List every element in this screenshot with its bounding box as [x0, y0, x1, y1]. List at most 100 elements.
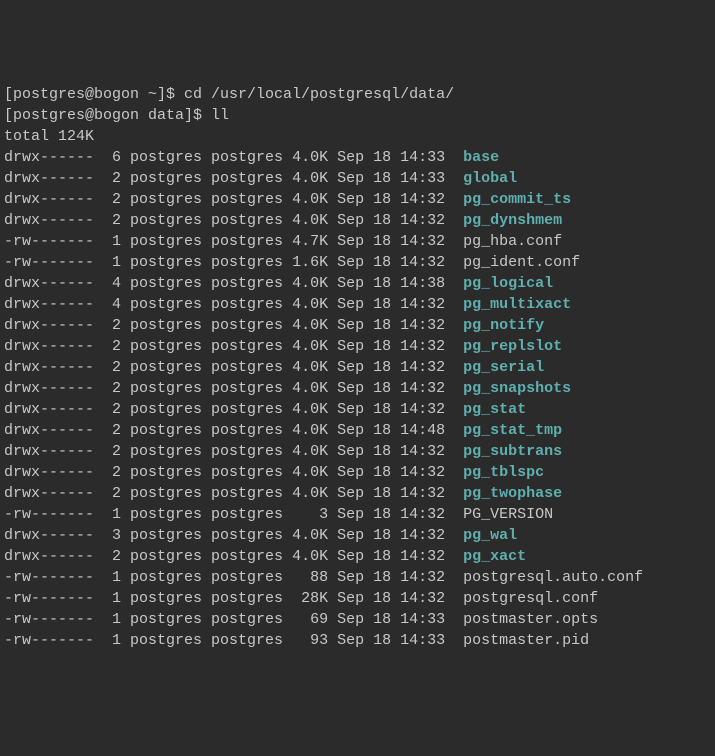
owner: postgres	[130, 296, 211, 313]
dir-name: pg_logical	[463, 275, 553, 292]
links: 1	[94, 590, 130, 607]
file-name: pg_hba.conf	[463, 233, 562, 250]
datetime: Sep 18 14:32	[337, 338, 463, 355]
listing-row: drwx------ 2 postgres postgres 4.0K Sep …	[4, 441, 711, 462]
size: 3	[292, 506, 337, 523]
dir-name: pg_subtrans	[463, 443, 562, 460]
datetime: Sep 18 14:38	[337, 275, 463, 292]
size: 4.0K	[292, 359, 337, 376]
total-line: total 124K	[4, 126, 711, 147]
owner: postgres	[130, 191, 211, 208]
datetime: Sep 18 14:33	[337, 149, 463, 166]
links: 2	[94, 464, 130, 481]
datetime: Sep 18 14:32	[337, 380, 463, 397]
dir-name: pg_notify	[463, 317, 544, 334]
group: postgres	[211, 233, 292, 250]
listing-row: drwx------ 2 postgres postgres 4.0K Sep …	[4, 546, 711, 567]
links: 2	[94, 443, 130, 460]
owner: postgres	[130, 464, 211, 481]
listing-row: drwx------ 2 postgres postgres 4.0K Sep …	[4, 168, 711, 189]
links: 4	[94, 296, 130, 313]
size: 4.0K	[292, 338, 337, 355]
group: postgres	[211, 338, 292, 355]
group: postgres	[211, 422, 292, 439]
datetime: Sep 18 14:32	[337, 212, 463, 229]
shell-prompt-1: [postgres@bogon ~]$	[4, 86, 184, 103]
perm: drwx------	[4, 170, 94, 187]
listing-row: -rw------- 1 postgres postgres 93 Sep 18…	[4, 630, 711, 651]
links: 1	[94, 254, 130, 271]
size: 4.0K	[292, 380, 337, 397]
size: 4.0K	[292, 317, 337, 334]
links: 2	[94, 422, 130, 439]
group: postgres	[211, 170, 292, 187]
file-name: postgresql.auto.conf	[463, 569, 643, 586]
links: 4	[94, 275, 130, 292]
datetime: Sep 18 14:32	[337, 296, 463, 313]
perm: drwx------	[4, 296, 94, 313]
dir-name: pg_commit_ts	[463, 191, 571, 208]
links: 2	[94, 212, 130, 229]
perm: -rw-------	[4, 611, 94, 628]
perm: drwx------	[4, 317, 94, 334]
listing-row: drwx------ 4 postgres postgres 4.0K Sep …	[4, 273, 711, 294]
owner: postgres	[130, 317, 211, 334]
links: 1	[94, 233, 130, 250]
owner: postgres	[130, 548, 211, 565]
group: postgres	[211, 464, 292, 481]
size: 4.0K	[292, 548, 337, 565]
owner: postgres	[130, 401, 211, 418]
listing-row: drwx------ 3 postgres postgres 4.0K Sep …	[4, 525, 711, 546]
size: 4.7K	[292, 233, 337, 250]
dir-name: pg_stat	[463, 401, 526, 418]
group: postgres	[211, 443, 292, 460]
group: postgres	[211, 212, 292, 229]
file-name: postgresql.conf	[463, 590, 598, 607]
size: 4.0K	[292, 275, 337, 292]
size: 4.0K	[292, 422, 337, 439]
links: 2	[94, 548, 130, 565]
owner: postgres	[130, 569, 211, 586]
datetime: Sep 18 14:32	[337, 254, 463, 271]
owner: postgres	[130, 380, 211, 397]
owner: postgres	[130, 632, 211, 649]
owner: postgres	[130, 275, 211, 292]
datetime: Sep 18 14:32	[337, 191, 463, 208]
file-name: pg_ident.conf	[463, 254, 580, 271]
group: postgres	[211, 527, 292, 544]
group: postgres	[211, 590, 292, 607]
perm: -rw-------	[4, 590, 94, 607]
datetime: Sep 18 14:33	[337, 170, 463, 187]
links: 1	[94, 506, 130, 523]
perm: drwx------	[4, 464, 94, 481]
group: postgres	[211, 401, 292, 418]
perm: drwx------	[4, 527, 94, 544]
links: 1	[94, 632, 130, 649]
listing-row: drwx------ 2 postgres postgres 4.0K Sep …	[4, 378, 711, 399]
perm: drwx------	[4, 548, 94, 565]
dir-name: base	[463, 149, 499, 166]
dir-name: pg_tblspc	[463, 464, 544, 481]
owner: postgres	[130, 212, 211, 229]
perm: drwx------	[4, 422, 94, 439]
owner: postgres	[130, 359, 211, 376]
listing-row: drwx------ 2 postgres postgres 4.0K Sep …	[4, 420, 711, 441]
datetime: Sep 18 14:32	[337, 317, 463, 334]
size: 4.0K	[292, 191, 337, 208]
group: postgres	[211, 380, 292, 397]
datetime: Sep 18 14:32	[337, 548, 463, 565]
dir-name: global	[463, 170, 517, 187]
owner: postgres	[130, 338, 211, 355]
links: 6	[94, 149, 130, 166]
group: postgres	[211, 359, 292, 376]
terminal-output[interactable]: [postgres@bogon ~]$ cd /usr/local/postgr…	[4, 84, 711, 651]
perm: -rw-------	[4, 632, 94, 649]
group: postgres	[211, 254, 292, 271]
links: 2	[94, 191, 130, 208]
perm: -rw-------	[4, 569, 94, 586]
listing-row: -rw------- 1 postgres postgres 88 Sep 18…	[4, 567, 711, 588]
group: postgres	[211, 275, 292, 292]
listing-row: -rw------- 1 postgres postgres 69 Sep 18…	[4, 609, 711, 630]
perm: -rw-------	[4, 506, 94, 523]
datetime: Sep 18 14:32	[337, 527, 463, 544]
